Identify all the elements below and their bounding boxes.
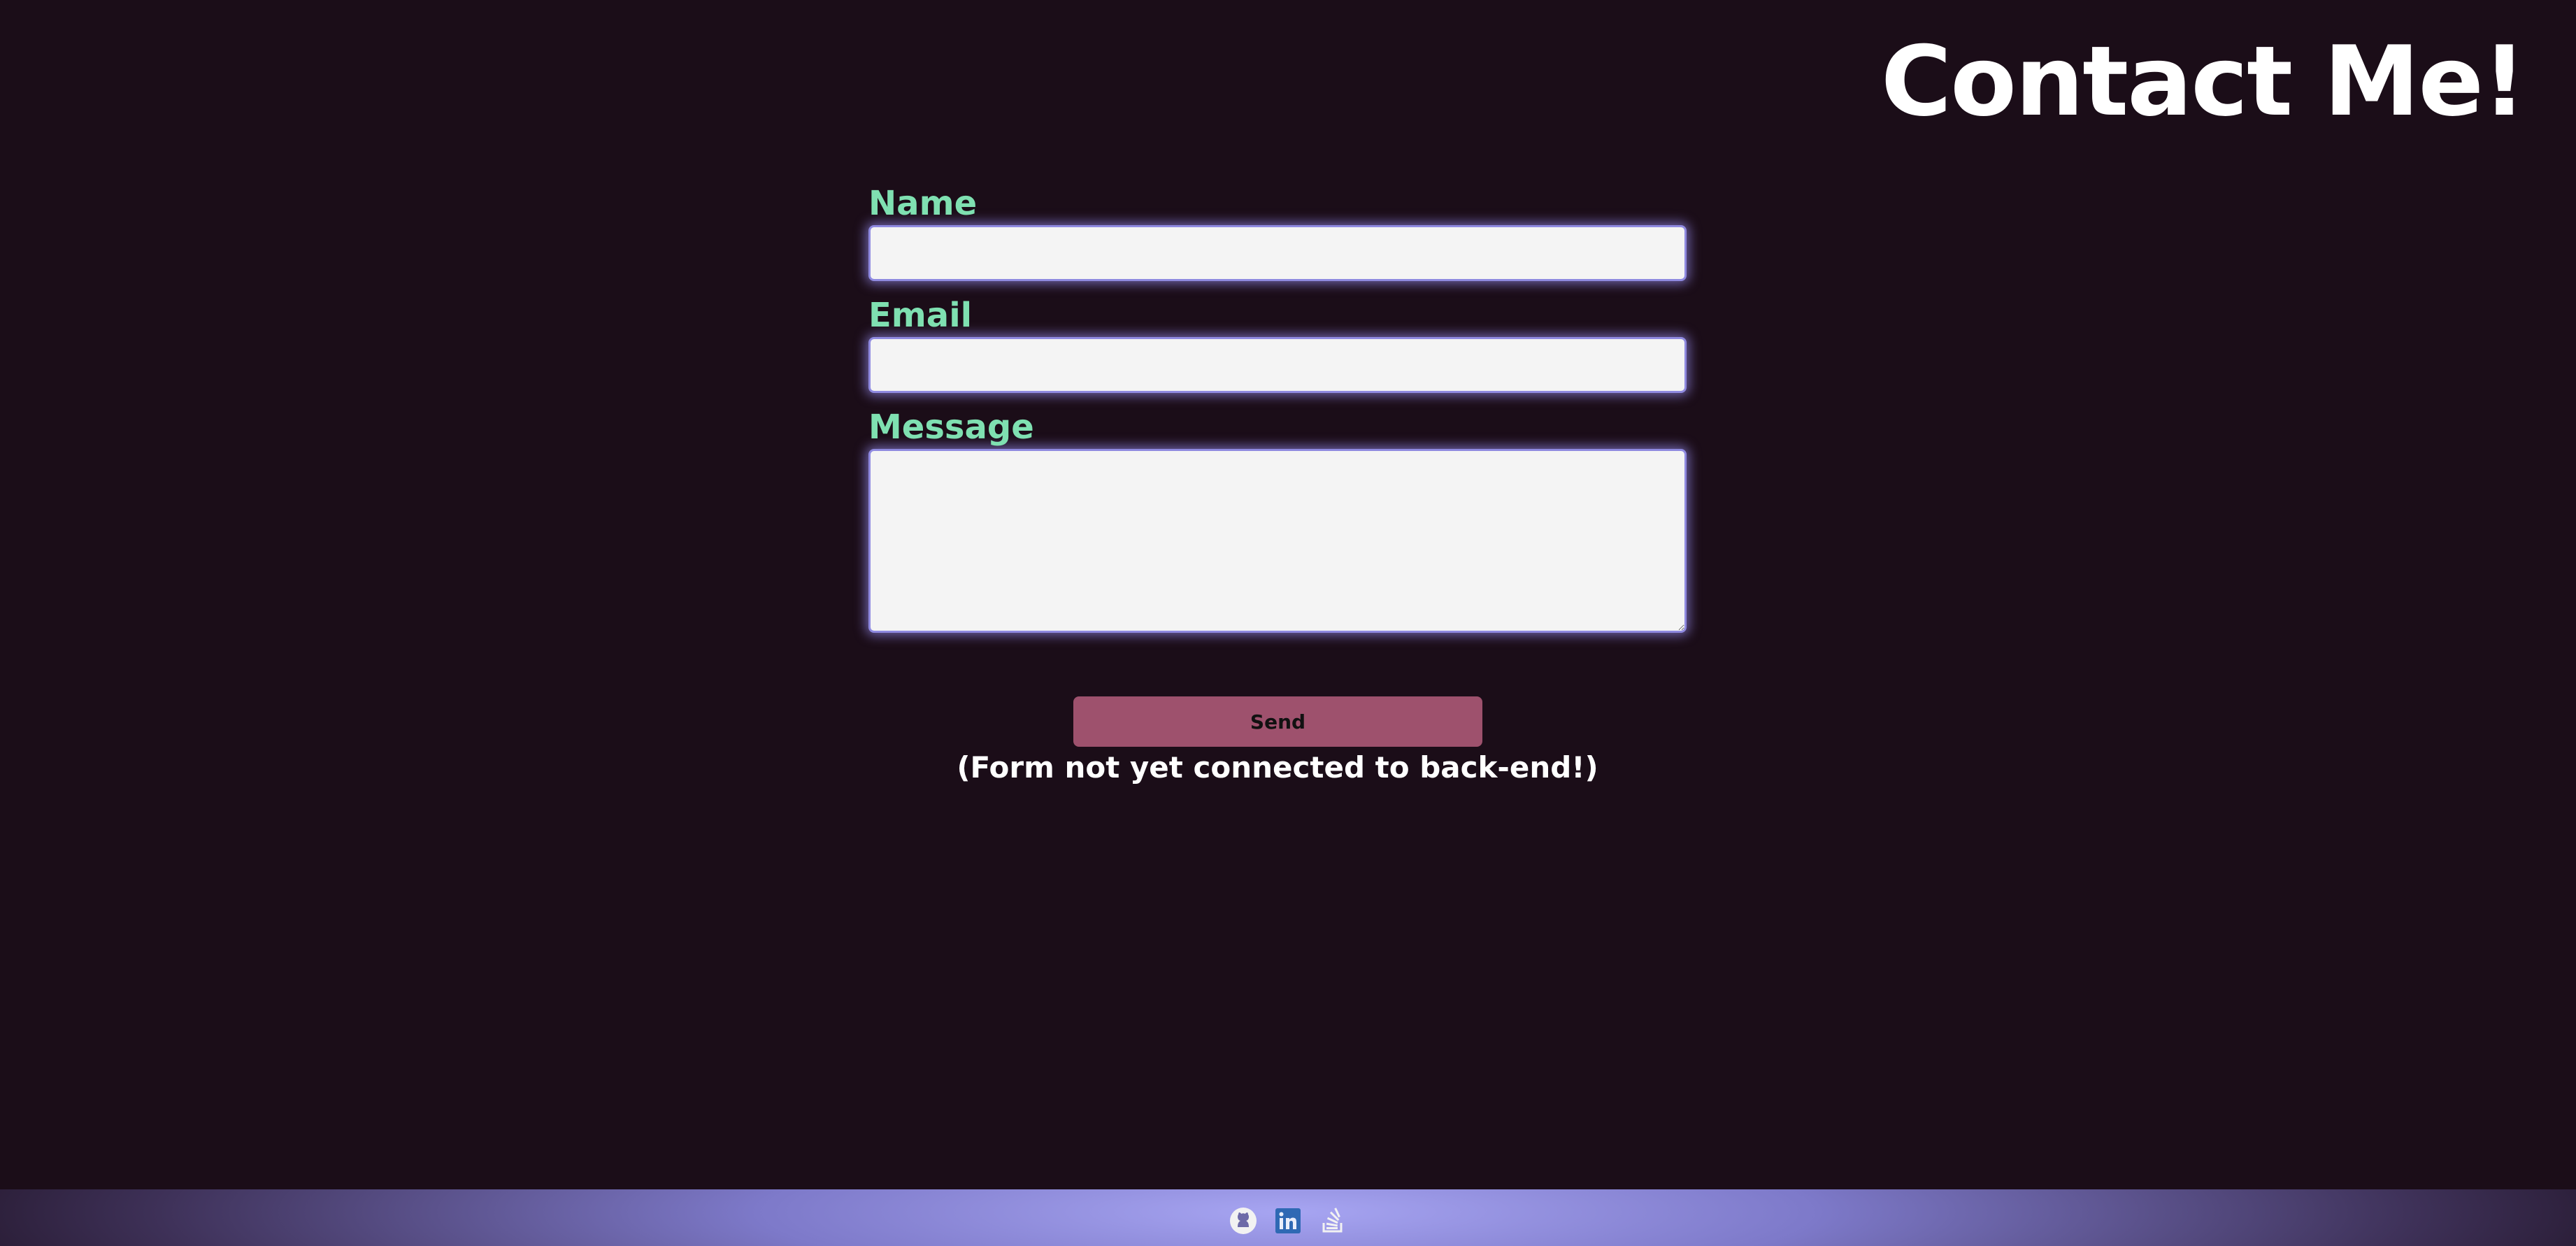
contact-page: Contact Me! Name Email Message Send (For… [0, 0, 2576, 1246]
linkedin-link[interactable] [1273, 1206, 1303, 1236]
page-title: Contact Me! [1880, 25, 2526, 138]
name-label: Name [868, 184, 978, 223]
message-label: Message [868, 408, 1034, 447]
form-status-note: (Form not yet connected to back-end!) [957, 750, 1598, 785]
linkedin-icon [1275, 1208, 1301, 1233]
email-input[interactable] [868, 337, 1687, 393]
stackoverflow-link[interactable] [1318, 1206, 1347, 1236]
send-button[interactable]: Send [1073, 696, 1482, 747]
github-link[interactable] [1229, 1206, 1258, 1236]
name-input[interactable] [868, 225, 1687, 281]
github-icon [1230, 1207, 1257, 1234]
footer [0, 1189, 2576, 1246]
stackoverflow-icon [1322, 1207, 1343, 1232]
contact-form: Name Email Message [868, 183, 1687, 633]
email-label: Email [868, 296, 973, 335]
message-textarea[interactable] [868, 449, 1687, 633]
